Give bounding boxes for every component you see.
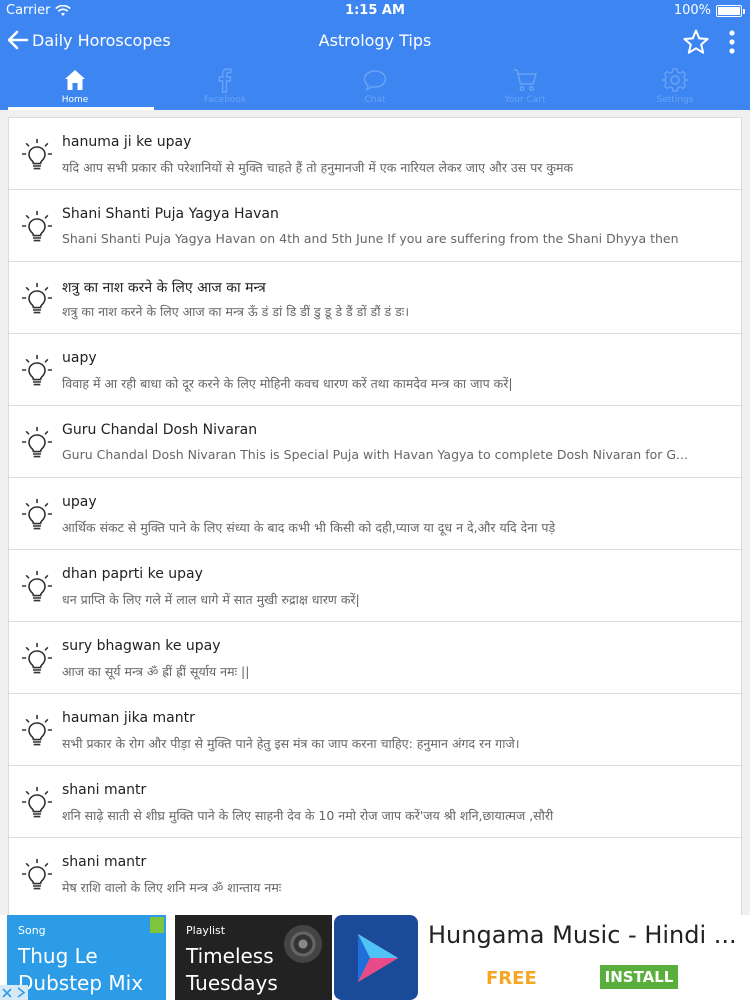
navigation-bar: Daily Horoscopes Astrology Tips: [0, 22, 750, 62]
back-button[interactable]: Daily Horoscopes: [6, 28, 171, 52]
ad-playlist-title: Timeless Tuesdays: [186, 943, 278, 997]
cart-icon: [513, 69, 537, 92]
list-item-subtitle: सभी प्रकार के रोग और पीड़ा से मुक्ति पान…: [62, 736, 520, 751]
list-item[interactable]: uapy विवाह में आ रही बाधा को दूर करने के …: [8, 333, 742, 405]
list-item-title: hanuma ji ke upay: [62, 134, 192, 150]
check-icon: [150, 917, 164, 933]
list-item[interactable]: hauman jika mantr सभी प्रकार के रोग और पी…: [8, 693, 742, 765]
list-item-subtitle: मेष राशि वालो के लिए शनि मन्त्र ॐ शान्ता…: [62, 880, 282, 895]
more-options-icon[interactable]: [722, 29, 742, 55]
lightbulb-icon: [22, 354, 52, 386]
list-item[interactable]: शत्रु का नाश करने के लिए आज का मन्त्र शत्…: [8, 261, 742, 333]
list-item-title: Guru Chandal Dosh Nivaran: [62, 422, 258, 438]
list-item[interactable]: hanuma ji ke upay यदि आप सभी प्रकार की पर…: [8, 117, 742, 189]
list-item-subtitle: आज का सूर्य मन्त्र ॐ ह्रीं ह्रीं सूर्याय…: [62, 664, 250, 679]
status-bar: Carrier 1:15 AM 100%: [0, 0, 750, 22]
chat-icon: [363, 70, 387, 92]
tab-settings[interactable]: Settings: [600, 62, 750, 110]
list-item[interactable]: shani mantr शनि साढ़े साती से शीघ्र मुक्त…: [8, 765, 742, 837]
lightbulb-icon: [22, 714, 52, 746]
ad-playlist-tag: Playlist: [186, 924, 226, 937]
app-header: Carrier 1:15 AM 100% Daily Horoscopes As…: [0, 0, 750, 110]
list-item-title: shani mantr: [62, 854, 147, 870]
facebook-icon: [218, 68, 232, 93]
lightbulb-icon: [22, 642, 52, 674]
list-item[interactable]: Shani Shanti Puja Yagya Havan Shani Shan…: [8, 189, 742, 261]
play-logo-icon: [358, 933, 398, 982]
lightbulb-icon: [22, 282, 52, 314]
tab-chat[interactable]: Chat: [300, 62, 450, 110]
ad-song-title-line2: Dubstep Mix: [18, 971, 144, 995]
ad-install-button[interactable]: INSTALL: [600, 965, 678, 989]
list-item-title: Shani Shanti Puja Yagya Havan: [62, 206, 279, 222]
list-item-subtitle: शनि साढ़े साती से शीघ्र मुक्ति पाने के ल…: [62, 808, 554, 823]
status-time: 1:15 AM: [345, 3, 405, 18]
tab-cart[interactable]: Your Cart: [450, 62, 600, 110]
lightbulb-icon: [22, 498, 52, 530]
tips-list: hanuma ji ke upay यदि आप सभी प्रकार की पर…: [8, 117, 742, 917]
list-item-title: shani mantr: [62, 782, 147, 798]
list-item-subtitle: यदि आप सभी प्रकार की परेशानियों से मुक्त…: [62, 160, 574, 175]
ad-playlist-tile[interactable]: Playlist Timeless Tuesdays: [175, 915, 332, 1000]
ad-price: FREE: [486, 968, 537, 989]
ad-info-icon[interactable]: [14, 985, 28, 1000]
list-item-subtitle: आर्थिक संकट से मुक्ति पाने के लिए संध्या…: [62, 520, 556, 535]
list-item-subtitle: Guru Chandal Dosh Nivaran This is Specia…: [62, 447, 688, 462]
tab-facebook[interactable]: Facebook: [150, 62, 300, 110]
ad-playlist-title-line1: Timeless: [186, 944, 274, 968]
lightbulb-icon: [22, 570, 52, 602]
gear-icon: [662, 68, 688, 92]
lightbulb-icon: [22, 786, 52, 818]
list-item-title: upay: [62, 494, 97, 510]
back-label: Daily Horoscopes: [32, 30, 171, 50]
list-item-subtitle: विवाह में आ रही बाधा को दूर करने के लिए …: [62, 376, 513, 391]
ad-app-logo[interactable]: [334, 915, 418, 1000]
tab-label: Settings: [656, 95, 694, 105]
list-item[interactable]: upay आर्थिक संकट से मुक्ति पाने के लिए सं…: [8, 477, 742, 549]
list-item[interactable]: sury bhagwan ke upay आज का सूर्य मन्त्र ॐ…: [8, 621, 742, 693]
ad-song-title-line1: Thug Le: [18, 944, 98, 968]
ad-playlist-title-line2: Tuesdays: [186, 971, 278, 995]
lightbulb-icon: [22, 426, 52, 458]
list-item-title: शत्रु का नाश करने के लिए आज का मन्त्र: [62, 280, 266, 296]
home-icon: [65, 70, 85, 90]
tab-home[interactable]: Home: [0, 62, 154, 110]
list-item-subtitle: शत्रु का नाश करने के लिए आज का मन्त्र ऊँ…: [62, 304, 410, 319]
list-item-subtitle: धन प्राप्ति के लिए गले में लाल धागे में …: [62, 592, 360, 607]
list-item[interactable]: shani mantr मेष राशि वालो के लिए शनि मन्त…: [8, 837, 742, 917]
ad-song-tag: Song: [18, 924, 46, 937]
ad-song-title: Thug Le Dubstep Mix: [18, 943, 143, 997]
list-item[interactable]: dhan paprti ke upay धन प्राप्ति के लिए गल…: [8, 549, 742, 621]
lightbulb-icon: [22, 138, 52, 170]
tab-label: Home: [61, 95, 89, 105]
ad-song-tile[interactable]: Song Thug Le Dubstep Mix: [7, 915, 166, 1000]
ad-close-icon[interactable]: [0, 985, 14, 1000]
lightbulb-icon: [22, 858, 52, 890]
favorite-star-icon[interactable]: [682, 28, 710, 56]
vinyl-disc-icon: [284, 925, 322, 963]
list-item[interactable]: Guru Chandal Dosh Nivaran Guru Chandal Do…: [8, 405, 742, 477]
list-item-title: sury bhagwan ke upay: [62, 638, 221, 654]
tab-label: Chat: [364, 95, 386, 105]
tab-bar: Home Facebook Chat Your Cart Settings: [0, 62, 750, 110]
tab-label: Your Cart: [504, 95, 546, 105]
back-arrow-icon: [7, 30, 29, 50]
tab-label: Facebook: [203, 95, 247, 105]
list-item-title: dhan paprti ke upay: [62, 566, 203, 582]
list-item-title: hauman jika mantr: [62, 710, 195, 726]
list-item-title: uapy: [62, 350, 97, 366]
ad-banner[interactable]: Song Thug Le Dubstep Mix Playlist Timele…: [0, 915, 750, 1000]
ad-app-name[interactable]: Hungama Music - Hindi ...: [428, 921, 746, 949]
lightbulb-icon: [22, 210, 52, 242]
battery-icon: [716, 4, 745, 17]
list-item-subtitle: Shani Shanti Puja Yagya Havan on 4th and…: [62, 231, 679, 246]
battery-percent: 100%: [673, 3, 711, 18]
battery-status: 100%: [673, 3, 745, 18]
